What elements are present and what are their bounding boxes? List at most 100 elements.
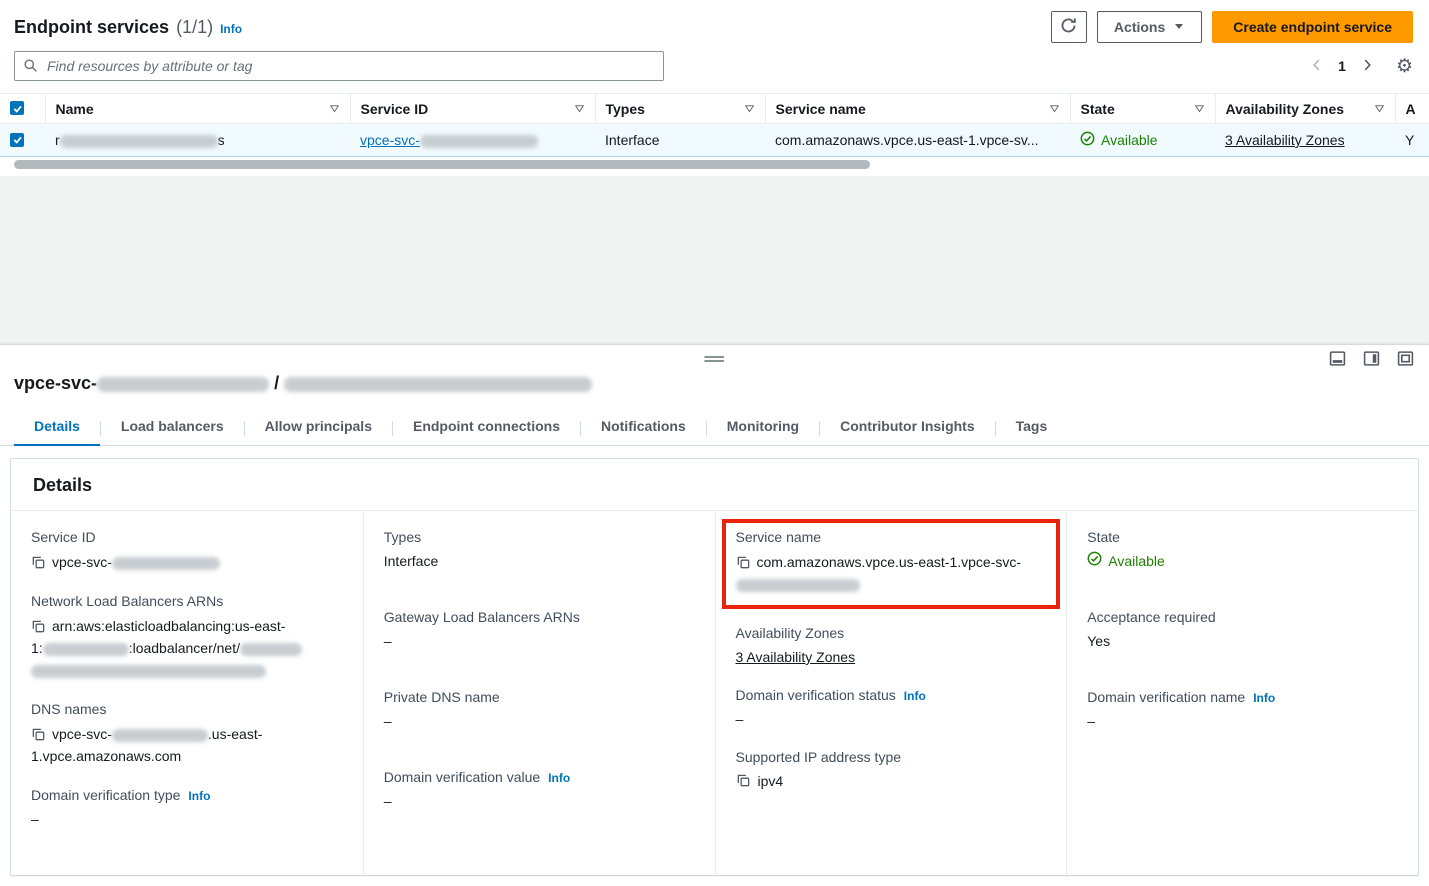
- cell-name: rs: [45, 124, 350, 157]
- filter-icon[interactable]: [329, 103, 340, 114]
- details-card: Details Service ID vpce-svc- Network Loa…: [10, 458, 1419, 876]
- tab-monitoring[interactable]: Monitoring: [707, 411, 819, 445]
- domain-verification-status-field: Domain verification status Info –: [736, 687, 1047, 729]
- redacted-text: [420, 135, 538, 148]
- row-checkbox[interactable]: [10, 133, 24, 147]
- actions-button-label: Actions: [1114, 19, 1165, 35]
- state-field: State Available: [1087, 529, 1398, 571]
- domain-verification-value-field: Domain verification value Info –: [384, 769, 695, 811]
- next-page-button[interactable]: [1358, 56, 1376, 77]
- info-link[interactable]: Info: [904, 689, 926, 703]
- redacted-text: [31, 665, 266, 678]
- refresh-button[interactable]: [1051, 11, 1087, 43]
- column-header-availability-zones: Availability Zones: [1215, 94, 1395, 124]
- panel-bottom-layout-icon[interactable]: [1329, 350, 1346, 367]
- redacted-text: [60, 135, 218, 148]
- endpoint-services-table: Name Service ID Types: [0, 93, 1429, 157]
- details-column-1: Service ID vpce-svc- Network Load Balanc…: [11, 511, 363, 875]
- tab-details[interactable]: Details: [14, 411, 100, 446]
- filter-icon[interactable]: [1194, 103, 1205, 114]
- column-header-service-id: Service ID: [350, 94, 595, 124]
- check-circle-icon: [1080, 131, 1095, 149]
- column-header-service-name: Service name: [765, 94, 1070, 124]
- cell-state: Available: [1070, 124, 1215, 157]
- availability-zones-link[interactable]: 3 Availability Zones: [1225, 132, 1345, 148]
- table-row[interactable]: rs vpce-svc- Interface com.amazonaws.vpc…: [0, 124, 1429, 157]
- info-link[interactable]: Info: [548, 771, 570, 785]
- cell-availability-zones: 3 Availability Zones: [1215, 124, 1395, 157]
- domain-verification-type-field: Domain verification type Info –: [31, 787, 343, 829]
- types-field: Types Interface: [384, 529, 695, 571]
- search-box: [14, 51, 664, 81]
- panel-drag-handle-icon[interactable]: [704, 354, 724, 364]
- chevron-right-icon: [1360, 58, 1374, 75]
- private-dns-name-field: Private DNS name –: [384, 689, 695, 731]
- column-header-name: Name: [45, 94, 350, 124]
- network-load-balancers-arns-field: Network Load Balancers ARNs arn:aws:elas…: [31, 593, 343, 681]
- current-page-number[interactable]: 1: [1334, 58, 1350, 74]
- cell-acceptance-clipped: Y: [1395, 124, 1429, 157]
- copy-icon[interactable]: [736, 773, 751, 788]
- redacted-text: [112, 557, 220, 570]
- details-card-heading: Details: [11, 459, 1418, 511]
- redacted-text: [43, 643, 129, 656]
- select-all-checkbox[interactable]: [10, 101, 24, 115]
- info-link[interactable]: Info: [188, 789, 210, 803]
- resource-count: (1/1): [176, 17, 213, 38]
- page: Endpoint services (1/1) Info Actions: [0, 0, 1429, 886]
- panel-side-layout-icon[interactable]: [1363, 350, 1380, 367]
- cell-types: Interface: [595, 124, 765, 157]
- search-input[interactable]: [14, 51, 664, 81]
- tab-contributor-insights[interactable]: Contributor Insights: [820, 411, 995, 445]
- table-header-row: Name Service ID Types: [0, 94, 1429, 124]
- horizontal-scrollbar: [8, 160, 1421, 169]
- select-all-header: [0, 94, 45, 124]
- availability-zones-link[interactable]: 3 Availability Zones: [736, 647, 856, 667]
- gateway-load-balancers-arns-field: Gateway Load Balancers ARNs –: [384, 609, 695, 651]
- tab-endpoint-connections[interactable]: Endpoint connections: [393, 411, 580, 445]
- tab-load-balancers[interactable]: Load balancers: [101, 411, 244, 445]
- tab-allow-principals[interactable]: Allow principals: [245, 411, 392, 445]
- horizontal-scrollbar-thumb[interactable]: [14, 160, 870, 169]
- filter-icon[interactable]: [744, 103, 755, 114]
- endpoint-services-list-section: Endpoint services (1/1) Info Actions: [0, 0, 1429, 176]
- copy-icon[interactable]: [31, 555, 46, 570]
- chevron-left-icon: [1310, 58, 1324, 75]
- filter-icon[interactable]: [1374, 103, 1385, 114]
- tab-tags[interactable]: Tags: [996, 411, 1068, 445]
- details-column-3: Service name com.amazonaws.vpce.us-east-…: [715, 511, 1067, 875]
- filter-icon[interactable]: [574, 103, 585, 114]
- redacted-text: [240, 643, 302, 656]
- toolbar-row: 1 ⚙: [0, 49, 1429, 93]
- service-id-field: Service ID vpce-svc-: [31, 529, 343, 573]
- availability-zones-field: Availability Zones 3 Availability Zones: [736, 625, 1047, 667]
- create-endpoint-service-button[interactable]: Create endpoint service: [1212, 11, 1413, 43]
- redacted-text: [284, 377, 592, 392]
- actions-button[interactable]: Actions: [1097, 11, 1202, 43]
- settings-gear-icon[interactable]: ⚙: [1396, 57, 1413, 76]
- details-grid: Service ID vpce-svc- Network Load Balanc…: [11, 511, 1418, 875]
- panel-maximize-layout-icon[interactable]: [1397, 350, 1414, 367]
- service-id-link[interactable]: vpce-svc-: [360, 132, 538, 148]
- details-column-4: State Available Acceptance required: [1066, 511, 1418, 875]
- copy-icon[interactable]: [736, 555, 751, 570]
- details-column-2: Types Interface Gateway Load Balancers A…: [363, 511, 715, 875]
- filter-icon[interactable]: [1049, 103, 1060, 114]
- header-info-link[interactable]: Info: [220, 22, 242, 36]
- empty-background-area: [0, 176, 1429, 344]
- row-select-cell: [0, 124, 45, 157]
- column-header-state: State: [1070, 94, 1215, 124]
- domain-verification-name-field: Domain verification name Info –: [1087, 689, 1398, 731]
- acceptance-required-field: Acceptance required Yes: [1087, 609, 1398, 651]
- redacted-text: [736, 579, 860, 592]
- tab-notifications[interactable]: Notifications: [581, 411, 706, 445]
- pagination: 1 ⚙: [1308, 56, 1413, 77]
- detail-split-panel: vpce-svc- / Details Load balancers Allow…: [0, 344, 1429, 886]
- previous-page-button[interactable]: [1308, 56, 1326, 77]
- title-group: Endpoint services (1/1) Info: [14, 17, 242, 38]
- search-icon: [23, 58, 38, 76]
- chevron-down-icon: [1173, 19, 1185, 35]
- copy-icon[interactable]: [31, 619, 46, 634]
- copy-icon[interactable]: [31, 727, 46, 742]
- info-link[interactable]: Info: [1253, 691, 1275, 705]
